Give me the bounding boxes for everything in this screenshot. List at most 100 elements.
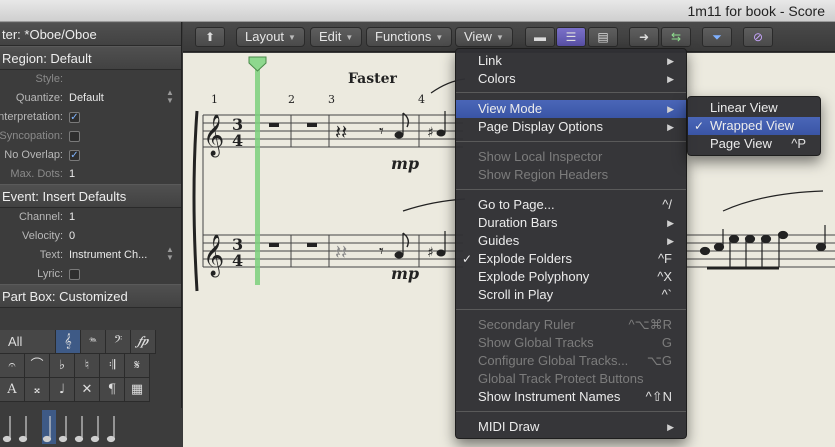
edit-menu-label: Edit — [319, 29, 342, 44]
view-mode-submenu: Linear View ✓ Wrapped View Page View ^P — [687, 96, 821, 156]
region-parameters-header[interactable]: Region: Default — [0, 46, 181, 70]
region-param-max-dots[interactable]: Max. Dots: 1 — [0, 165, 181, 184]
menu-item-show-local-inspector[interactable]: Show Local Inspector — [456, 148, 686, 166]
part-box-text-icon[interactable]: A — [0, 378, 25, 402]
menu-item-show-global-tracks[interactable]: Show Global Tracks G — [456, 334, 686, 352]
text-label: Text: — [39, 249, 63, 261]
menu-item-colors[interactable]: Colors ▶ — [456, 70, 686, 88]
part-box-repeat-icon[interactable]: 𝄇 — [100, 354, 125, 378]
part-box-pedal-icon[interactable]: 𝆮 — [81, 330, 106, 354]
catch-playhead-icon[interactable]: ➜ — [629, 27, 659, 47]
window-title: 1m11 for book - Score — [687, 3, 825, 19]
quantize-value[interactable]: Default — [69, 89, 104, 108]
part-box-coda-icon[interactable]: 𝄋 — [125, 354, 150, 378]
lyric-checkbox[interactable] — [69, 268, 80, 280]
region-param-no-overlap[interactable]: No Overlap: ✓ — [0, 146, 181, 165]
svg-text:𝄽𝄽: 𝄽𝄽 — [335, 120, 347, 144]
region-param-style[interactable]: Style: — [0, 70, 181, 89]
single-staff-view-icon[interactable]: ▬ — [525, 27, 555, 47]
part-box: All 𝄞 𝆮 𝄢 𝆑𝆏 𝄐 ⌒ ♭ ♮ 𝄇 𝄋 A 𝄪 ♩ ✕ ¶ ▦ — [0, 330, 182, 402]
part-box-all-button[interactable]: All — [0, 330, 56, 354]
chevron-right-icon: ▶ — [667, 218, 674, 228]
link-green-icon[interactable]: ⇆ — [661, 27, 691, 47]
menu-item-secondary-ruler[interactable]: Secondary Ruler ^⌥⌘R — [456, 316, 686, 334]
window-titlebar: 1m11 for book - Score — [0, 0, 835, 22]
menu-item-go-to-page[interactable]: Go to Page... ^/ — [456, 196, 686, 214]
layout-menu-label: Layout — [245, 29, 285, 44]
part-box-notehead-icon[interactable]: ✕ — [75, 378, 100, 402]
quantize-stepper[interactable]: ▲ ▼ — [166, 89, 174, 105]
chevron-right-icon: ▶ — [667, 422, 674, 432]
part-box-bass-clef-icon[interactable]: 𝄢 — [106, 330, 131, 354]
menu-item-guides[interactable]: Guides ▶ — [456, 232, 686, 250]
submenu-item-page-view[interactable]: Page View ^P — [688, 135, 820, 153]
chevron-right-icon: ▶ — [667, 236, 674, 246]
part-box-double-sharp-icon[interactable]: 𝄪 — [25, 378, 50, 402]
submenu-item-wrapped-view[interactable]: ✓ Wrapped View — [688, 117, 820, 135]
part-box-slur-icon[interactable]: ⌒ — [25, 354, 50, 378]
bar-number-1: 1 — [211, 93, 218, 106]
menu-item-global-track-protect-buttons[interactable]: Global Track Protect Buttons — [456, 370, 686, 388]
page-view-icon[interactable]: ▤ — [588, 27, 618, 47]
link-purple-icon[interactable]: ⊘ — [743, 27, 773, 47]
menu-item-explode-folders[interactable]: ✓ Explode Folders ^F — [456, 250, 686, 268]
part-box-natural-icon[interactable]: ♮ — [75, 354, 100, 378]
submenu-item-linear-view[interactable]: Linear View — [688, 99, 820, 117]
playhead — [255, 59, 260, 285]
event-parameters-header[interactable]: Event: Insert Defaults — [0, 184, 181, 208]
menu-item-configure-global-tracks[interactable]: Configure Global Tracks... ⌥G — [456, 352, 686, 370]
note-values-icon — [2, 410, 116, 444]
event-param-lyric[interactable]: Lyric: — [0, 265, 181, 284]
menu-item-duration-bars[interactable]: Duration Bars ▶ — [456, 214, 686, 232]
part-box-note-icon[interactable]: ♩ — [50, 378, 75, 402]
up-arrow-button[interactable]: ⬆ — [195, 27, 225, 47]
midi-filter-icon[interactable]: ⏷ — [702, 27, 732, 47]
menu-item-scroll-in-play[interactable]: Scroll in Play ^` — [456, 286, 686, 304]
edit-menu-button[interactable]: Edit ▼ — [310, 27, 363, 47]
view-menu: Link ▶ Colors ▶ View Mode ▶ Page Display Op… — [455, 48, 687, 439]
menu-item-link[interactable]: Link ▶ — [456, 52, 686, 70]
menu-item-page-display-options[interactable]: Page Display Options ▶ — [456, 118, 686, 136]
no-overlap-checkbox[interactable]: ✓ — [69, 149, 80, 161]
view-menu-label: View — [464, 29, 492, 44]
event-param-text[interactable]: Text: Instrument Ch... ▲ ▼ — [0, 246, 181, 265]
chevron-right-icon: ▶ — [667, 74, 674, 84]
part-box-paragraph-icon[interactable]: ¶ — [100, 378, 125, 402]
part-box-dynamics-icon[interactable]: 𝆑𝆏 — [131, 330, 156, 354]
interpretation-checkbox[interactable]: ✓ — [69, 111, 80, 123]
region-param-syncopation[interactable]: Syncopation: — [0, 127, 181, 146]
part-box-fermata-icon[interactable]: 𝄐 — [0, 354, 25, 378]
part-box-grid-icon[interactable]: ▦ — [125, 378, 150, 402]
max-dots-value[interactable]: 1 — [69, 165, 75, 184]
view-menu-button[interactable]: View ▼ — [455, 27, 513, 47]
menu-item-explode-polyphony[interactable]: Explode Polyphony ^X — [456, 268, 686, 286]
bar-number-3: 3 — [328, 93, 335, 106]
menu-item-view-mode[interactable]: View Mode ▶ — [456, 100, 686, 118]
svg-text:𝄾: 𝄾 — [379, 121, 384, 142]
event-param-channel[interactable]: Channel: 1 — [0, 208, 181, 227]
region-param-quantize[interactable]: Quantize: Default ▲ ▼ — [0, 89, 181, 108]
text-value[interactable]: Instrument Ch... — [69, 246, 147, 265]
menu-item-midi-draw[interactable]: MIDI Draw ▶ — [456, 418, 686, 436]
region-param-interpretation[interactable]: nterpretation: ✓ — [0, 108, 181, 127]
filter-header[interactable]: ter: *Oboe/Oboe — [0, 22, 181, 46]
svg-text:𝄾: 𝄾 — [379, 241, 384, 262]
part-box-notes-strip[interactable] — [0, 408, 182, 447]
channel-value[interactable]: 1 — [69, 208, 75, 227]
chevron-right-icon: ▶ — [667, 122, 674, 132]
part-box-clef-group-icon[interactable]: 𝄞 — [56, 330, 81, 354]
layout-menu-button[interactable]: Layout ▼ — [236, 27, 305, 47]
menu-item-show-instrument-names[interactable]: Show Instrument Names ^⇧N — [456, 388, 686, 406]
text-stepper[interactable]: ▲ ▼ — [166, 246, 174, 262]
part-box-accidentals-icon[interactable]: ♭ — [50, 354, 75, 378]
svg-text:♯: ♯ — [427, 125, 434, 141]
quantize-label: Quantize: — [15, 92, 63, 104]
menu-item-show-region-headers[interactable]: Show Region Headers — [456, 166, 686, 184]
syncopation-checkbox[interactable] — [69, 130, 80, 142]
dynamic-mp-2: mp — [391, 264, 419, 283]
functions-menu-button[interactable]: Functions ▼ — [366, 27, 453, 47]
event-param-velocity[interactable]: Velocity: 0 — [0, 227, 181, 246]
part-box-header[interactable]: Part Box: Customized — [0, 284, 181, 308]
multi-staff-view-icon[interactable]: ☰ — [556, 27, 586, 47]
velocity-value[interactable]: 0 — [69, 227, 75, 246]
